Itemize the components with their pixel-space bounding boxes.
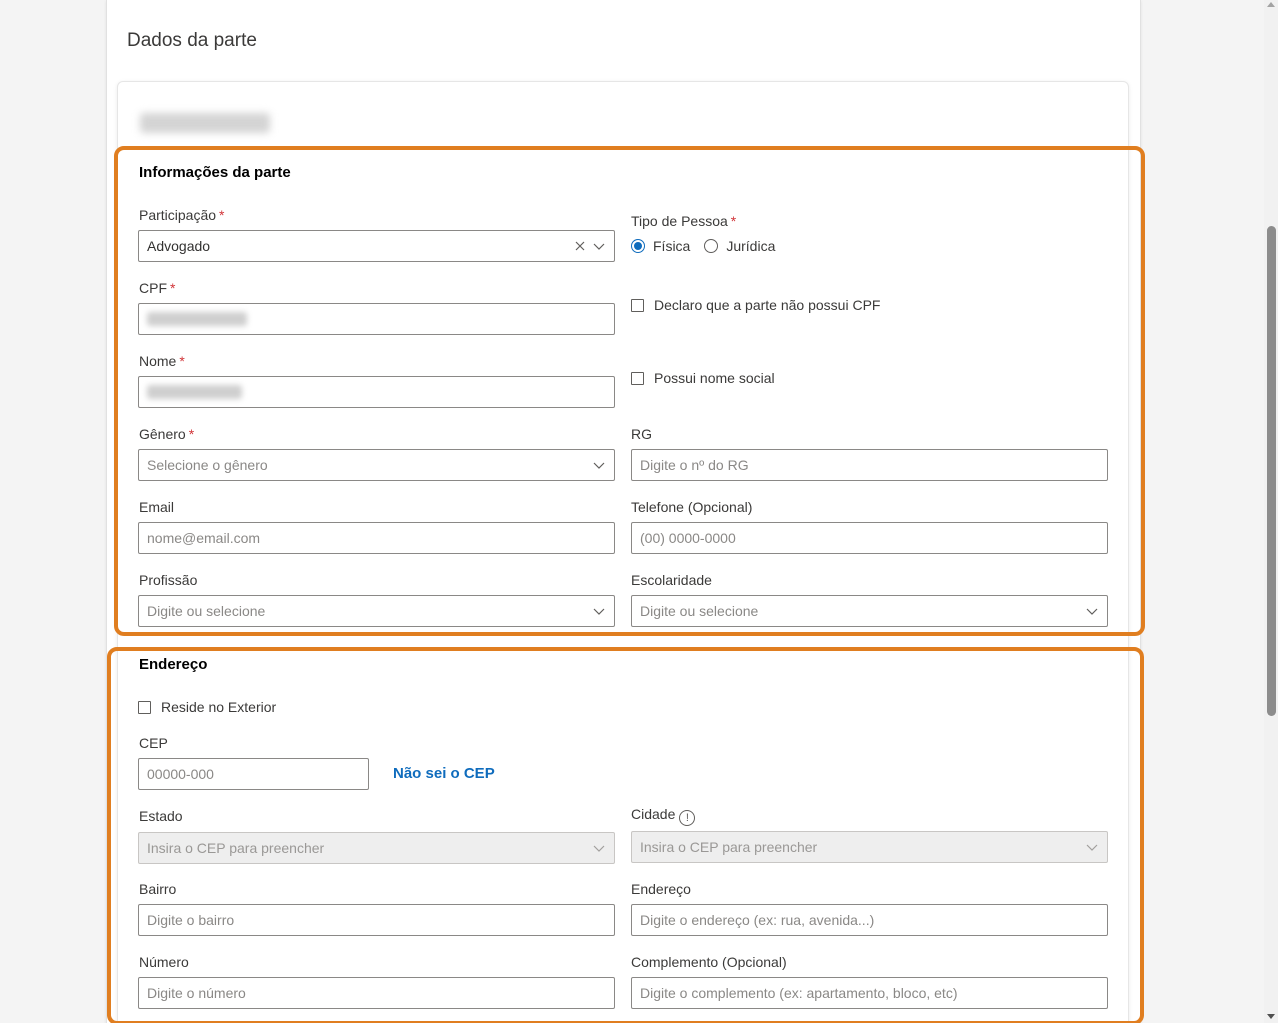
radio-juridica-label: Jurídica: [726, 238, 776, 254]
tipo-pessoa-radio-group: Física Jurídica: [631, 238, 789, 254]
endereco-placeholder: Digite o endereço (ex: rua, avenida...): [640, 912, 875, 928]
genero-placeholder: Selecione o gênero: [147, 457, 268, 473]
escolaridade-label: Escolaridade: [631, 572, 712, 588]
radio-fisica[interactable]: [631, 239, 645, 253]
exterior-label: Reside no Exterior: [161, 699, 277, 715]
rg-input[interactable]: Digite o nº do RG: [631, 449, 1108, 481]
exterior-checkbox-row[interactable]: Reside no Exterior: [138, 699, 276, 715]
nome-social-checkbox[interactable]: [631, 371, 644, 385]
bairro-placeholder: Digite o bairro: [147, 912, 235, 928]
cpf-label: CPF *: [139, 280, 176, 296]
scroll-thumb[interactable]: [1267, 226, 1276, 716]
no-cpf-label: Declaro que a parte não possui CPF: [654, 297, 881, 313]
numero-input[interactable]: Digite o número: [138, 977, 615, 1009]
cpf-redacted-value: [147, 312, 247, 326]
telefone-placeholder: (00) 0000-0000: [640, 530, 736, 546]
profissao-combobox[interactable]: Digite ou selecione: [138, 595, 615, 627]
nao-sei-cep-link[interactable]: Não sei o CEP: [393, 765, 495, 782]
estado-placeholder: Insira o CEP para preencher: [147, 840, 325, 856]
participacao-select[interactable]: Advogado: [138, 230, 615, 262]
cep-label: CEP: [139, 735, 168, 751]
estado-label: Estado: [139, 808, 183, 824]
cidade-select[interactable]: Insira o CEP para preencher: [631, 831, 1108, 863]
chevron-down-icon: [1085, 840, 1099, 854]
bairro-input[interactable]: Digite o bairro: [138, 904, 615, 936]
section-title-address: Endereço: [139, 656, 208, 673]
email-input[interactable]: nome@email.com: [138, 522, 615, 554]
radio-fisica-label: Física: [653, 238, 691, 254]
cep-placeholder: 00000-000: [147, 766, 214, 782]
cpf-input[interactable]: [138, 303, 615, 335]
page-title: Dados da parte: [127, 30, 257, 51]
estado-select[interactable]: Insira o CEP para preencher: [138, 832, 615, 864]
genero-select[interactable]: Selecione o gênero: [138, 449, 615, 481]
chevron-down-icon[interactable]: [592, 604, 606, 618]
clear-icon[interactable]: [574, 240, 586, 252]
email-placeholder: nome@email.com: [147, 530, 261, 546]
complemento-input[interactable]: Digite o complemento (ex: apartamento, b…: [631, 977, 1108, 1009]
chevron-down-icon[interactable]: [592, 239, 606, 253]
page-scrollbar[interactable]: [1264, 0, 1278, 1023]
scroll-down-icon[interactable]: [1267, 1014, 1275, 1019]
nome-redacted-value: [147, 385, 242, 399]
info-icon[interactable]: !: [679, 810, 696, 826]
chevron-down-icon: [592, 841, 606, 855]
escolaridade-combobox[interactable]: Digite ou selecione: [631, 595, 1108, 627]
genero-label: Gênero *: [139, 426, 195, 442]
complemento-label: Complemento (Opcional): [631, 954, 787, 970]
section-title-party-info: Informações da parte: [139, 164, 291, 181]
escolaridade-placeholder: Digite ou selecione: [640, 603, 759, 619]
complemento-placeholder: Digite o complemento (ex: apartamento, b…: [640, 985, 958, 1001]
rg-label: RG: [631, 426, 652, 442]
rg-placeholder: Digite o nº do RG: [640, 457, 749, 473]
profissao-label: Profissão: [139, 572, 198, 588]
endereco-label: Endereço: [631, 881, 691, 897]
cidade-placeholder: Insira o CEP para preencher: [640, 839, 818, 855]
profissao-placeholder: Digite ou selecione: [147, 603, 266, 619]
cep-input[interactable]: 00000-000: [138, 758, 369, 790]
endereco-input[interactable]: Digite o endereço (ex: rua, avenida...): [631, 904, 1108, 936]
email-label: Email: [139, 499, 175, 515]
no-cpf-checkbox[interactable]: [631, 298, 644, 312]
numero-label: Número: [139, 954, 189, 970]
telefone-label: Telefone (Opcional): [631, 499, 753, 515]
participacao-label: Participação *: [139, 207, 225, 223]
nome-label: Nome *: [139, 353, 185, 369]
telefone-input[interactable]: (00) 0000-0000: [631, 522, 1108, 554]
numero-placeholder: Digite o número: [147, 985, 246, 1001]
exterior-checkbox[interactable]: [138, 700, 151, 714]
bairro-label: Bairro: [139, 881, 177, 897]
nome-social-label: Possui nome social: [654, 370, 775, 386]
nome-social-checkbox-row[interactable]: Possui nome social: [631, 370, 775, 386]
chevron-down-icon[interactable]: [1085, 604, 1099, 618]
radio-juridica[interactable]: [704, 239, 719, 253]
participacao-value: Advogado: [147, 238, 211, 254]
redacted-party-name: [140, 113, 270, 133]
nome-input[interactable]: [138, 376, 615, 408]
cidade-label: Cidade!: [631, 806, 696, 826]
no-cpf-checkbox-row[interactable]: Declaro que a parte não possui CPF: [631, 297, 880, 313]
chevron-down-icon[interactable]: [592, 458, 606, 472]
scroll-up-icon[interactable]: [1267, 2, 1275, 7]
tipo-pessoa-label: Tipo de Pessoa *: [631, 213, 737, 229]
